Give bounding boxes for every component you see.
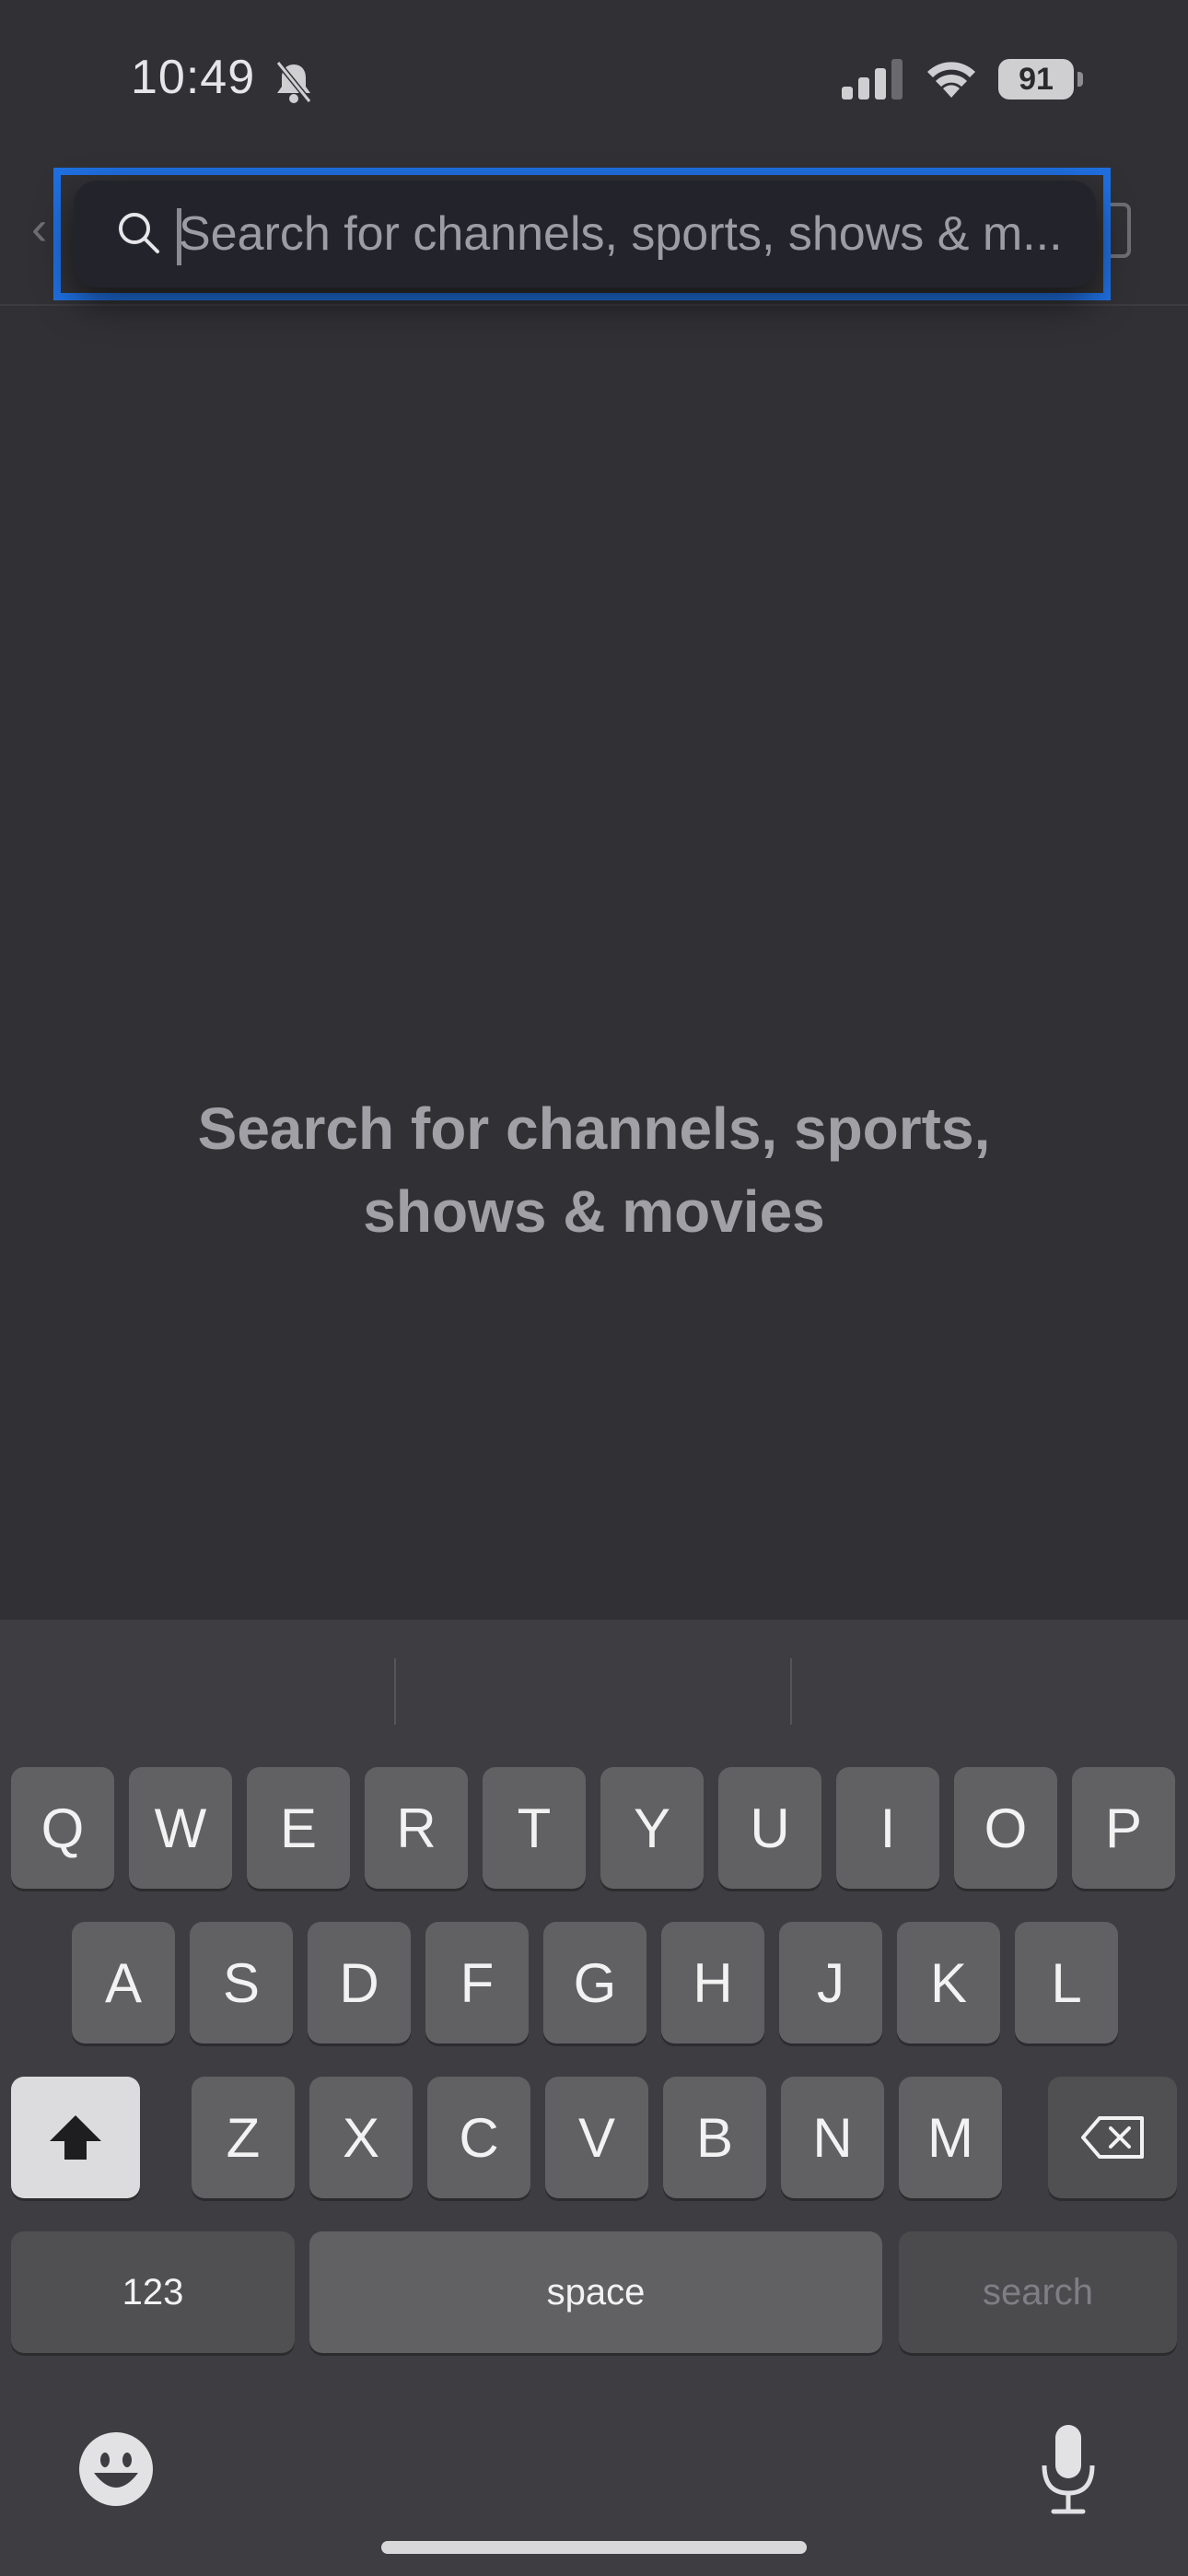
key-s[interactable]: S: [190, 1922, 293, 2043]
empty-state-line-2: shows & movies: [363, 1178, 825, 1245]
key-u[interactable]: U: [718, 1767, 821, 1889]
numbers-key[interactable]: 123: [11, 2231, 295, 2353]
key-x[interactable]: X: [309, 2077, 413, 2198]
key-n[interactable]: N: [781, 2077, 884, 2198]
suggestion-divider: [790, 1658, 792, 1725]
empty-state-message: Search for channels, sports, shows & mov…: [0, 1087, 1188, 1253]
keyboard-suggestion-bar: [0, 1620, 1188, 1730]
bell-slash-icon: [275, 61, 312, 103]
key-g[interactable]: G: [543, 1922, 646, 2043]
wifi-icon: [927, 62, 975, 98]
key-q[interactable]: Q: [11, 1767, 114, 1889]
cellular-signal-icon: [842, 59, 903, 100]
backspace-icon: [1081, 2116, 1144, 2159]
search-input[interactable]: [179, 199, 1090, 269]
search-key[interactable]: search: [899, 2231, 1177, 2353]
home-indicator[interactable]: [381, 2541, 807, 2554]
on-screen-keyboard: Q W E R T Y U I O P A S D F G H J K L Z …: [0, 1620, 1188, 2576]
microphone-icon[interactable]: [1039, 2423, 1098, 2515]
key-t[interactable]: T: [483, 1767, 586, 1889]
key-v[interactable]: V: [545, 2077, 648, 2198]
key-h[interactable]: H: [661, 1922, 764, 2043]
key-d[interactable]: D: [308, 1922, 411, 2043]
battery-level: 91: [1019, 62, 1054, 97]
key-p[interactable]: P: [1072, 1767, 1175, 1889]
search-bar[interactable]: [74, 181, 1096, 287]
battery-icon: 91: [998, 59, 1083, 100]
search-icon: [119, 213, 159, 253]
key-r[interactable]: R: [365, 1767, 468, 1889]
space-key[interactable]: space: [309, 2231, 882, 2353]
key-k[interactable]: K: [897, 1922, 1000, 2043]
empty-state-line-1: Search for channels, sports,: [197, 1095, 991, 1162]
key-o[interactable]: O: [954, 1767, 1057, 1889]
suggestion-divider: [394, 1658, 396, 1725]
key-a[interactable]: A: [72, 1922, 175, 2043]
key-b[interactable]: B: [663, 2077, 766, 2198]
key-z[interactable]: Z: [192, 2077, 295, 2198]
emoji-icon[interactable]: [77, 2430, 155, 2508]
back-chevron-icon[interactable]: ‹: [31, 201, 47, 256]
status-bar: 10:49 91: [0, 0, 1188, 157]
key-f[interactable]: F: [425, 1922, 529, 2043]
key-i[interactable]: I: [836, 1767, 939, 1889]
key-l[interactable]: L: [1015, 1922, 1118, 2043]
shift-key[interactable]: [11, 2077, 140, 2198]
key-m[interactable]: M: [899, 2077, 1002, 2198]
key-j[interactable]: J: [779, 1922, 882, 2043]
status-time: 10:49: [131, 51, 256, 104]
key-c[interactable]: C: [427, 2077, 530, 2198]
key-e[interactable]: E: [247, 1767, 350, 1889]
delete-key[interactable]: [1048, 2077, 1177, 2198]
key-w[interactable]: W: [129, 1767, 232, 1889]
key-y[interactable]: Y: [600, 1767, 704, 1889]
shift-arrow-icon: [50, 2115, 101, 2160]
